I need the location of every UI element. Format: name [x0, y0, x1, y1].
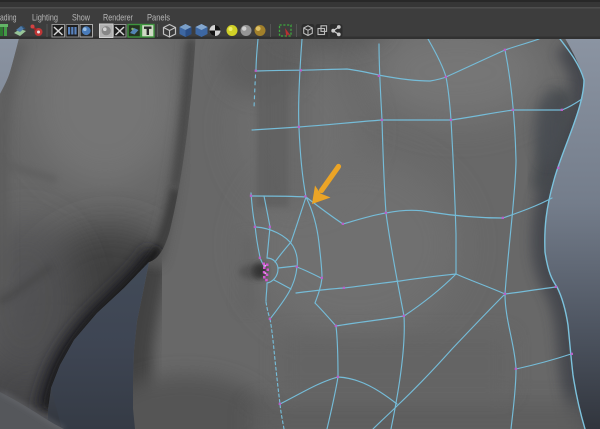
svg-text:Lighting: Lighting	[32, 13, 58, 24]
svg-text:Show: Show	[72, 13, 90, 24]
svg-text:Panels: Panels	[147, 13, 170, 24]
svg-text:Renderer: Renderer	[103, 13, 133, 24]
svg-text:ading: ading	[0, 13, 17, 24]
